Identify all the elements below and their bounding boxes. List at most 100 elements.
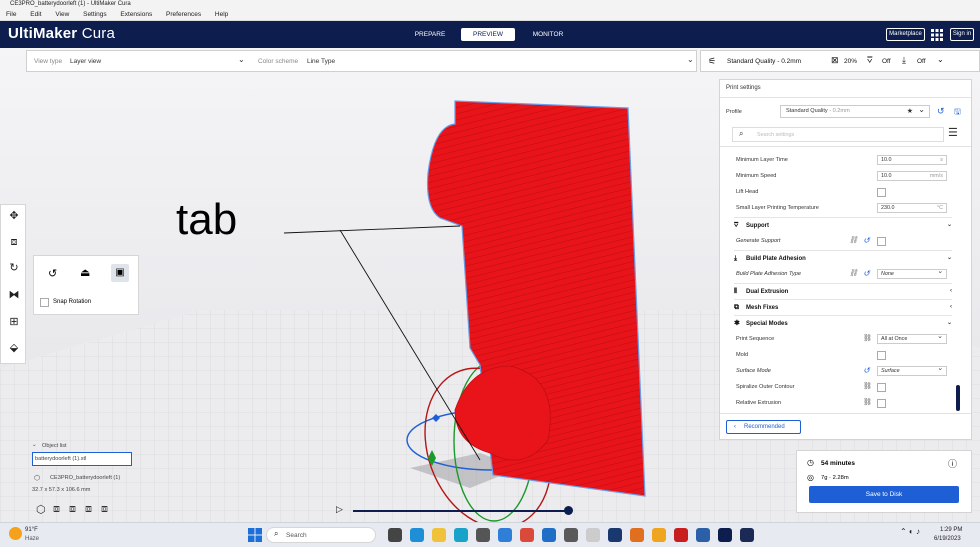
sign-in-button[interactable]: Sign in: [950, 28, 974, 41]
save-to-disk-button[interactable]: Save to Disk: [809, 486, 959, 503]
reset-rotation-icon[interactable]: ↺: [48, 267, 57, 280]
print-sequence-dropdown[interactable]: All at Once ⌄: [877, 333, 947, 344]
object-name-field[interactable]: batterydoorleft (1).stl: [32, 452, 132, 466]
lay-flat-icon[interactable]: ⏏: [80, 266, 90, 279]
apps-grid-icon[interactable]: [931, 28, 943, 41]
menu-icon[interactable]: ☰: [948, 126, 958, 139]
menu-help[interactable]: Help: [215, 11, 228, 18]
surface-mode-dropdown[interactable]: Surface ⌄: [877, 365, 947, 376]
cura-app-icon[interactable]: [718, 528, 732, 542]
search-settings-field[interactable]: ⌕ Search settings: [732, 127, 944, 142]
mail-icon[interactable]: [498, 528, 512, 542]
taskbar-search-input[interactable]: Search: [286, 532, 307, 539]
setting-generate-support: Generate Support ⛓ ↺: [736, 234, 948, 248]
settings-scrollbar[interactable]: [956, 385, 960, 411]
file-explorer-icon[interactable]: [432, 528, 446, 542]
print-setup-bar[interactable]: ⚟ Standard Quality - 0.2mm ⊠ 20% ⩢ Off ⤓…: [700, 50, 980, 72]
tab-preview[interactable]: PREVIEW: [461, 28, 515, 41]
app-icon-7[interactable]: [652, 528, 666, 542]
setting-label: Print Sequence: [736, 336, 775, 342]
app-logo: UltiMaker Cura: [8, 25, 115, 42]
windows-start-icon[interactable]: [248, 528, 262, 542]
layer-path-handle[interactable]: [564, 506, 573, 515]
menu-preferences[interactable]: Preferences: [166, 11, 201, 18]
profile-dropdown[interactable]: Standard Quality - 0.2mm ★ ⌄: [780, 105, 930, 118]
link-icon: ⛓: [863, 335, 872, 342]
view-right-icon[interactable]: ⧈: [101, 503, 108, 516]
app-icon-2[interactable]: [542, 528, 556, 542]
reset-profile-icon[interactable]: ↺: [937, 106, 945, 117]
menu-settings[interactable]: Settings: [83, 11, 107, 18]
logo-thin: Cura: [81, 25, 116, 42]
reset-icon[interactable]: ↺: [863, 267, 870, 281]
min-speed-input[interactable]: 10.0 mm/s: [877, 171, 947, 181]
edge-icon[interactable]: [454, 528, 468, 542]
marketplace-button[interactable]: Marketplace: [886, 28, 925, 41]
object-list-item[interactable]: CE3PRO_batterydoorleft (1): [50, 475, 120, 481]
generate-support-checkbox[interactable]: [877, 237, 886, 246]
tab-monitor[interactable]: MONITOR: [520, 28, 576, 41]
recommended-button[interactable]: ‹ Recommended: [726, 420, 801, 434]
view-type-dropdown[interactable]: Layer view: [70, 58, 101, 65]
mold-checkbox[interactable]: [877, 351, 886, 360]
category-dual-extrusion[interactable]: ⫴ Dual Extrusion ‹: [734, 283, 952, 298]
support-blocker-icon[interactable]: ⬙: [7, 341, 21, 355]
view-left-icon[interactable]: ⧈: [85, 503, 92, 516]
app-icon-9[interactable]: [696, 528, 710, 542]
weather-icon[interactable]: [9, 527, 22, 540]
store-icon[interactable]: [476, 528, 490, 542]
app-icon-3[interactable]: [564, 528, 578, 542]
play-icon[interactable]: ▷: [336, 504, 343, 515]
rotate-tool-icon[interactable]: ↻: [7, 261, 21, 275]
view-3d-icon[interactable]: ⬡: [36, 503, 46, 516]
search-settings-input[interactable]: Search settings: [757, 132, 794, 138]
category-mesh-fixes[interactable]: ⧉ Mesh Fixes ‹: [734, 299, 952, 314]
view-front-icon[interactable]: ⧈: [53, 503, 60, 516]
relative-extrusion-checkbox[interactable]: [877, 399, 886, 408]
category-special-modes[interactable]: ✱ Special Modes ⌄: [734, 315, 952, 330]
system-tray-icons[interactable]: ⌃ ◐ ♪: [900, 527, 920, 536]
star-icon[interactable]: ★: [907, 106, 913, 117]
save-profile-icon[interactable]: 🖫: [954, 106, 961, 120]
app-icon-5[interactable]: [608, 528, 622, 542]
menu-edit[interactable]: Edit: [30, 11, 41, 18]
app-icon-1[interactable]: [520, 528, 534, 542]
small-layer-temp-input[interactable]: 230.0 °C: [877, 203, 947, 213]
scale-tool-icon[interactable]: ⧈: [7, 235, 21, 249]
app-icon-8[interactable]: [674, 528, 688, 542]
min-layer-time-input[interactable]: 10.0 s: [877, 155, 947, 165]
chevron-down-icon[interactable]: ⌄: [32, 442, 37, 448]
app-icon-4[interactable]: [586, 528, 600, 542]
category-support[interactable]: ⩢ Support ⌄: [734, 217, 952, 232]
quality-profile[interactable]: Standard Quality - 0.2mm: [727, 58, 801, 65]
menu-file[interactable]: File: [6, 11, 16, 18]
taskbar-search[interactable]: ⌕ Search: [266, 527, 376, 543]
reset-icon[interactable]: ↺: [863, 364, 870, 378]
reset-icon[interactable]: ↺: [863, 234, 870, 248]
divider: [720, 146, 971, 147]
photoshop-icon[interactable]: [740, 528, 754, 542]
setting-label: Small Layer Printing Temperature: [736, 205, 819, 211]
view-top-icon[interactable]: ⧈: [69, 503, 76, 516]
color-scheme-dropdown[interactable]: Line Type: [307, 58, 335, 65]
snap-rotation-checkbox[interactable]: [40, 298, 49, 307]
info-icon[interactable]: ⓘ: [948, 457, 957, 470]
menu-extensions[interactable]: Extensions: [120, 11, 152, 18]
category-build-plate-adhesion[interactable]: ⤓ Build Plate Adhesion ⌄: [734, 250, 952, 265]
move-tool-icon[interactable]: ✥: [7, 209, 21, 223]
select-face-icon[interactable]: ▣: [111, 264, 129, 282]
category-label: Build Plate Adhesion: [746, 256, 806, 262]
spiralize-checkbox[interactable]: [877, 383, 886, 392]
adhesion-type-dropdown[interactable]: None ⌄: [877, 268, 947, 279]
app-icon-6[interactable]: [630, 528, 644, 542]
menu-view[interactable]: View: [55, 11, 69, 18]
task-view-icon[interactable]: [388, 528, 402, 542]
infill-value: 20%: [844, 58, 858, 65]
chrome-icon[interactable]: [410, 528, 424, 542]
layer-playback-bar: ▷: [336, 504, 576, 518]
mirror-tool-icon[interactable]: ⧓: [7, 288, 21, 302]
lift-head-checkbox[interactable]: [877, 188, 886, 197]
layer-path-slider[interactable]: [353, 510, 569, 512]
tab-prepare[interactable]: PREPARE: [402, 28, 458, 41]
per-model-settings-icon[interactable]: ⊞: [7, 315, 21, 329]
